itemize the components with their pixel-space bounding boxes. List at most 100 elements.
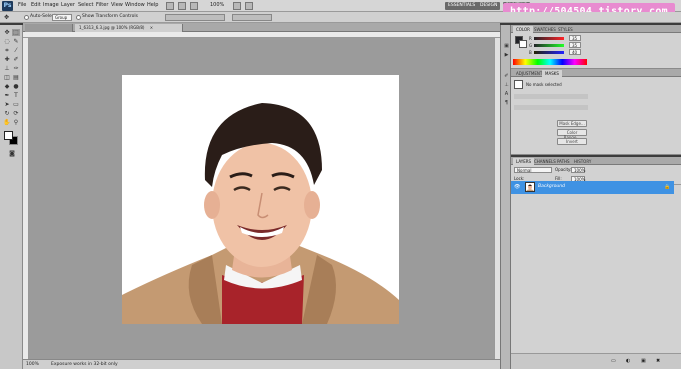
panel-icon-strip: ▣ ▶ ✐ ⊥ A ¶ xyxy=(500,25,511,369)
tab-masks[interactable]: MASKS xyxy=(542,70,562,77)
blue-slider[interactable] xyxy=(534,51,564,54)
green-value[interactable]: 35 xyxy=(569,42,581,48)
shape-tool-icon[interactable]: ▭ xyxy=(12,101,20,108)
workspace-essentials[interactable]: ESSENTIALS xyxy=(445,2,479,10)
distribute-buttons[interactable] xyxy=(232,14,272,21)
align-buttons[interactable] xyxy=(165,14,225,21)
blur-tool-icon[interactable]: ◆ xyxy=(3,83,11,90)
pen-tool-icon[interactable]: ✒ xyxy=(3,92,11,99)
portrait-photo xyxy=(122,103,399,324)
brush-panel-icon[interactable]: ✐ xyxy=(503,73,510,79)
3d-rotate-tool-icon[interactable]: ↻ xyxy=(3,110,11,117)
layers-panel: LAYERS CHANNELS PATHS HISTORY Normal Opa… xyxy=(511,157,681,369)
color-panel: COLOR SWATCHES STYLES R 35 G 35 B 40 xyxy=(511,25,681,69)
layers-panel-tabs: LAYERS CHANNELS PATHS HISTORY xyxy=(511,157,681,165)
path-select-tool-icon[interactable]: ➤ xyxy=(3,101,11,108)
layer-thumbnail xyxy=(525,182,535,192)
green-slider[interactable] xyxy=(534,44,564,47)
eye-icon[interactable]: 👁 xyxy=(514,184,520,190)
hand-tool-icon[interactable]: ✋ xyxy=(3,119,11,126)
mask-status-label: No mask selected xyxy=(526,82,562,87)
document-tab-active[interactable]: 1_6313_6.3.jpg @ 100% (RGB/8) × xyxy=(75,24,183,32)
opacity-value[interactable]: 100% xyxy=(571,167,585,173)
mask-thumbnail xyxy=(514,80,523,89)
mask-edge-button[interactable]: Mask Edge... xyxy=(557,120,587,127)
tab-history[interactable]: HISTORY xyxy=(571,158,594,165)
density-slider[interactable] xyxy=(514,94,588,99)
red-value[interactable]: 35 xyxy=(569,35,581,41)
layer-row-background[interactable]: 👁 Background 🔒 xyxy=(511,181,674,194)
paragraph-panel-icon[interactable]: ¶ xyxy=(503,100,510,106)
foreground-color-swatch[interactable] xyxy=(4,131,13,140)
show-transform-checkbox[interactable] xyxy=(76,15,81,20)
blue-value[interactable]: 40 xyxy=(569,49,581,55)
zoom-level[interactable]: 100% xyxy=(210,2,224,8)
eyedropper-tool-icon[interactable]: ⁄ xyxy=(12,47,20,54)
history-panel-icon[interactable]: ▣ xyxy=(503,43,510,49)
clone-source-panel-icon[interactable]: ⊥ xyxy=(503,82,510,88)
zoom-tool-icon[interactable]: ⚲ xyxy=(12,119,20,126)
menu-layer[interactable]: Layer xyxy=(61,2,75,8)
color-spectrum-bar[interactable] xyxy=(513,59,587,65)
tab-close-icon[interactable]: × xyxy=(150,25,153,30)
new-group-icon[interactable]: ▭ xyxy=(611,358,616,364)
menu-view[interactable]: View xyxy=(111,2,123,8)
move-tool-icon[interactable]: ✥ xyxy=(3,29,11,36)
character-panel-icon[interactable]: A xyxy=(503,91,510,97)
color-background-swatch[interactable] xyxy=(519,40,527,48)
menu-image[interactable]: Image xyxy=(43,2,59,8)
red-slider[interactable] xyxy=(534,37,564,40)
new-layer-icon[interactable]: ▣ xyxy=(641,358,646,364)
adjustment-layer-icon[interactable]: ◐ xyxy=(626,358,630,364)
quick-select-tool-icon[interactable]: ✎ xyxy=(12,38,20,45)
quick-mask-icon[interactable]: ◙ xyxy=(8,150,16,157)
marquee-tool-icon[interactable]: ⬚ xyxy=(12,29,20,36)
layer-name[interactable]: Background xyxy=(538,184,565,189)
auto-select-checkbox[interactable] xyxy=(24,15,29,20)
move-tool-preset-icon[interactable]: ✥ xyxy=(4,14,9,21)
menu-window[interactable]: Window xyxy=(125,2,145,8)
green-label: G xyxy=(529,43,533,48)
tab-styles[interactable]: STYLES xyxy=(555,26,576,33)
feather-slider[interactable] xyxy=(514,105,588,110)
minibridge-icon[interactable] xyxy=(178,2,186,10)
workspace-design[interactable]: DESIGN xyxy=(477,2,501,10)
options-bar: ✥ Auto-Select: Group Show Transform Cont… xyxy=(0,12,681,23)
3d-orbit-tool-icon[interactable]: ⟳ xyxy=(12,110,20,117)
screen-mode-icon[interactable] xyxy=(245,2,253,10)
blend-mode-dropdown[interactable]: Normal xyxy=(514,167,552,173)
tab-color[interactable]: COLOR xyxy=(513,26,533,33)
delete-layer-icon[interactable]: ✖ xyxy=(656,358,660,364)
arrange-icon[interactable] xyxy=(233,2,241,10)
eraser-tool-icon[interactable]: ◫ xyxy=(3,74,11,81)
menu-file[interactable]: File xyxy=(18,2,26,8)
clone-stamp-tool-icon[interactable]: ⊥ xyxy=(3,65,11,72)
status-info: Exposure works in 32-bit only xyxy=(51,362,118,367)
menu-edit[interactable]: Edit xyxy=(31,2,41,8)
menu-select[interactable]: Select xyxy=(78,2,93,8)
status-zoom[interactable]: 100% xyxy=(26,362,39,367)
auto-select-dropdown[interactable]: Group xyxy=(52,14,72,21)
dodge-tool-icon[interactable]: ● xyxy=(12,83,20,90)
crop-tool-icon[interactable]: ⌗ xyxy=(3,47,11,54)
healing-tool-icon[interactable]: ✚ xyxy=(3,56,11,63)
brush-tool-icon[interactable]: ✐ xyxy=(12,56,20,63)
status-bar: 100% Exposure works in 32-bit only xyxy=(23,359,500,369)
color-range-button[interactable]: Color Range... xyxy=(557,129,587,140)
bridge-icon[interactable] xyxy=(166,2,174,10)
gradient-tool-icon[interactable]: ▤ xyxy=(12,74,20,81)
lasso-tool-icon[interactable]: ◌ xyxy=(3,38,11,45)
invert-button[interactable]: Invert xyxy=(557,138,587,145)
masks-panel-tabs: ADJUSTMENTS MASKS xyxy=(511,69,681,77)
actions-panel-icon[interactable]: ▶ xyxy=(503,52,510,58)
menu-filter[interactable]: Filter xyxy=(96,2,108,8)
history-brush-tool-icon[interactable]: ✑ xyxy=(12,65,20,72)
document-canvas[interactable] xyxy=(122,75,399,324)
guides-icon[interactable] xyxy=(190,2,198,10)
tab-paths[interactable]: PATHS xyxy=(554,158,573,165)
menu-help[interactable]: Help xyxy=(147,2,158,8)
document-tab-title: 1_6313_6.3.jpg @ 100% (RGB/8) xyxy=(79,25,145,30)
color-panel-tabs: COLOR SWATCHES STYLES xyxy=(511,25,681,33)
type-tool-icon[interactable]: T xyxy=(12,92,20,99)
document-tab-inactive[interactable] xyxy=(25,24,73,32)
